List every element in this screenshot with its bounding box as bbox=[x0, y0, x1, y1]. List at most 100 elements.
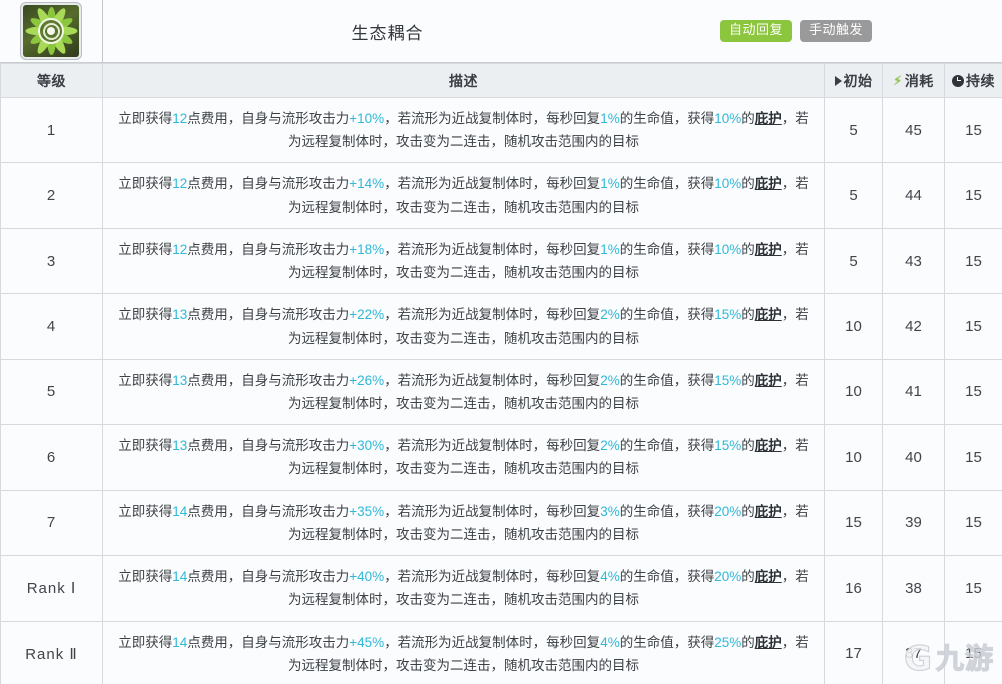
description-text: ，若流形为近战复制体时，每秒回复 bbox=[384, 438, 601, 454]
table-head: 等级 描述 初始 ⚡ 消耗 持续 bbox=[0, 63, 1002, 98]
skill-level-table: 等级 描述 初始 ⚡ 消耗 持续 1 立即获得12点费用，自身与流形攻击力+10%，… bbox=[0, 63, 1002, 684]
description-text: 的 bbox=[741, 241, 755, 257]
description-text: ，若流形为近战复制体时，每秒回复 bbox=[384, 241, 601, 257]
description-text: ，若流形为近战复制体时，每秒回复 bbox=[384, 569, 601, 585]
highlight-value: +40% bbox=[349, 569, 385, 585]
description-text: 点费用，自身与流形攻击力 bbox=[187, 438, 350, 454]
description-text: 的生命值，获得 bbox=[619, 372, 715, 388]
highlight-value: 15% bbox=[714, 438, 742, 454]
description-text: 的 bbox=[741, 176, 755, 192]
cell-description: 立即获得12点费用，自身与流形攻击力+10%，若流形为近战复制体时，每秒回复1%… bbox=[102, 96, 825, 164]
highlight-value: 13 bbox=[172, 438, 188, 454]
highlight-value: 12 bbox=[172, 111, 188, 126]
column-header-initial: 初始 bbox=[824, 63, 883, 98]
highlight-value: 1% bbox=[600, 241, 620, 257]
keyword-term: 庇护 bbox=[754, 438, 782, 454]
description-text: 点费用，自身与流形攻击力 bbox=[187, 176, 350, 192]
cell-initial: 5 bbox=[824, 96, 883, 164]
cell-cost: 44 bbox=[882, 162, 945, 229]
description-text: 的生命值，获得 bbox=[619, 503, 715, 519]
cell-duration: 15 bbox=[944, 227, 1002, 295]
table-row: 2 立即获得12点费用，自身与流形攻击力+14%，若流形为近战复制体时，每秒回复1… bbox=[0, 162, 1002, 229]
highlight-value: 3% bbox=[600, 503, 620, 519]
cell-initial: 16 bbox=[824, 555, 883, 622]
highlight-value: 13 bbox=[172, 372, 188, 388]
cell-level: 6 bbox=[0, 424, 103, 491]
description-text: 立即获得 bbox=[118, 438, 173, 454]
cell-cost: 39 bbox=[882, 489, 945, 557]
description-text: 立即获得 bbox=[118, 569, 173, 585]
description-text: 的 bbox=[741, 634, 755, 650]
description-text: 的 bbox=[741, 111, 755, 126]
keyword-term: 庇护 bbox=[754, 503, 782, 519]
description-text: 点费用，自身与流形攻击力 bbox=[187, 307, 350, 323]
description-text: 立即获得 bbox=[118, 111, 173, 126]
description-text: 点费用，自身与流形攻击力 bbox=[187, 111, 350, 126]
description-text: 的生命值，获得 bbox=[619, 176, 715, 192]
cell-level: 7 bbox=[0, 489, 103, 557]
highlight-value: 14 bbox=[172, 634, 188, 650]
table-row: 6 立即获得13点费用，自身与流形攻击力+30%，若流形为近战复制体时，每秒回复2… bbox=[0, 424, 1002, 491]
cell-description: 立即获得14点费用，自身与流形攻击力+45%，若流形为近战复制体时，每秒回复4%… bbox=[102, 620, 825, 684]
highlight-value: 14 bbox=[172, 569, 188, 585]
highlight-value: 2% bbox=[600, 307, 620, 323]
description-text: 点费用，自身与流形攻击力 bbox=[187, 569, 350, 585]
column-header-level: 等级 bbox=[0, 63, 103, 98]
cell-cost: 43 bbox=[882, 227, 945, 295]
description-text: 的生命值，获得 bbox=[619, 307, 715, 323]
cell-description: 立即获得12点费用，自身与流形攻击力+14%，若流形为近战复制体时，每秒回复1%… bbox=[102, 162, 825, 229]
keyword-term: 庇护 bbox=[754, 372, 782, 388]
cell-initial: 5 bbox=[824, 227, 883, 295]
highlight-value: +45% bbox=[349, 634, 385, 650]
cell-duration: 15 bbox=[944, 555, 1002, 622]
cell-cost: 42 bbox=[882, 293, 945, 360]
description-text: 立即获得 bbox=[118, 176, 173, 192]
cell-description: 立即获得12点费用，自身与流形攻击力+18%，若流形为近战复制体时，每秒回复1%… bbox=[102, 227, 825, 295]
highlight-value: 2% bbox=[600, 438, 620, 454]
keyword-term: 庇护 bbox=[754, 176, 782, 192]
skill-title-cell: 生态耦合 bbox=[103, 0, 672, 63]
description-text: 的 bbox=[741, 438, 755, 454]
table-header-row: 等级 描述 初始 ⚡ 消耗 持续 bbox=[0, 63, 1002, 98]
description-text: 立即获得 bbox=[118, 372, 173, 388]
page-title: 生态耦合 bbox=[351, 23, 424, 43]
highlight-value: +10% bbox=[349, 111, 385, 126]
highlight-value: 25% bbox=[714, 634, 742, 650]
description-text: 的生命值，获得 bbox=[619, 634, 715, 650]
description-text: 的生命值，获得 bbox=[619, 111, 715, 126]
description-text: 的 bbox=[741, 503, 755, 519]
cell-cost: 45 bbox=[882, 96, 945, 164]
cell-initial: 5 bbox=[824, 162, 883, 229]
description-text: 点费用，自身与流形攻击力 bbox=[187, 372, 350, 388]
description-text: ，若流形为近战复制体时，每秒回复 bbox=[384, 503, 601, 519]
cell-level: Rank Ⅱ bbox=[0, 620, 103, 684]
keyword-term: 庇护 bbox=[754, 111, 782, 126]
cell-cost: 37 bbox=[882, 620, 945, 684]
highlight-value: 12 bbox=[172, 176, 188, 192]
plant-burst-skill-icon bbox=[23, 5, 79, 57]
keyword-term: 庇护 bbox=[754, 634, 782, 650]
highlight-value: +18% bbox=[349, 241, 385, 257]
column-header-description: 描述 bbox=[102, 63, 825, 98]
table-row: Rank Ⅰ 立即获得14点费用，自身与流形攻击力+40%，若流形为近战复制体时，… bbox=[0, 555, 1002, 622]
skill-detail-page: 生态耦合 自动回复 手动触发 等级 描述 初始 ⚡ 消耗 持续 1 立即获得12… bbox=[0, 0, 1002, 684]
table-row: 3 立即获得12点费用，自身与流形攻击力+18%，若流形为近战复制体时，每秒回复1… bbox=[0, 227, 1002, 295]
description-text: 的生命值，获得 bbox=[619, 438, 715, 454]
skill-header: 生态耦合 自动回复 手动触发 bbox=[0, 0, 1002, 63]
highlight-value: +26% bbox=[349, 372, 385, 388]
highlight-value: 4% bbox=[600, 569, 620, 585]
cell-description: 立即获得13点费用，自身与流形攻击力+30%，若流形为近战复制体时，每秒回复2%… bbox=[102, 424, 825, 491]
description-text: ，若流形为近战复制体时，每秒回复 bbox=[384, 176, 601, 192]
cell-level: 5 bbox=[0, 358, 103, 426]
highlight-value: 10% bbox=[714, 111, 742, 126]
description-text: ，若流形为近战复制体时，每秒回复 bbox=[384, 634, 601, 650]
cell-duration: 15 bbox=[944, 424, 1002, 491]
table-row: 5 立即获得13点费用，自身与流形攻击力+26%，若流形为近战复制体时，每秒回复2… bbox=[0, 358, 1002, 426]
description-text: 的生命值，获得 bbox=[619, 241, 715, 257]
table-row: 4 立即获得13点费用，自身与流形攻击力+22%，若流形为近战复制体时，每秒回复2… bbox=[0, 293, 1002, 360]
cell-duration: 15 bbox=[944, 162, 1002, 229]
highlight-value: 13 bbox=[172, 307, 188, 323]
cell-initial: 10 bbox=[824, 424, 883, 491]
cell-level: 4 bbox=[0, 293, 103, 360]
highlight-value: 1% bbox=[600, 111, 620, 126]
